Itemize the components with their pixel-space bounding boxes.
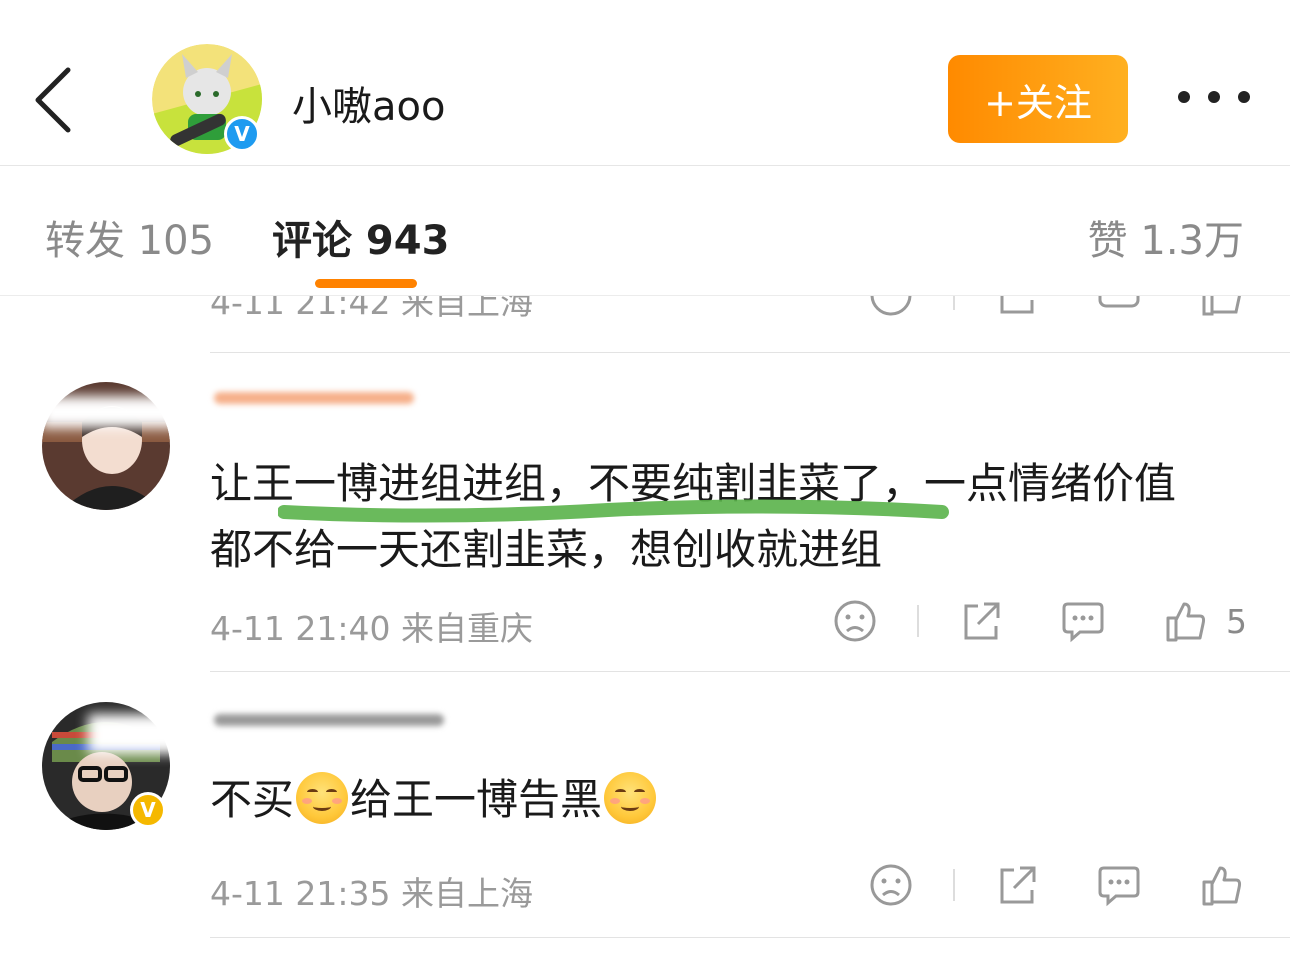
tab-repost[interactable]: 转发 105: [45, 208, 214, 266]
smile-emoji-icon: [604, 772, 657, 824]
tab-comment[interactable]: 评论 943: [272, 208, 449, 266]
comment-icon[interactable]: [1096, 862, 1142, 908]
comment-divider: [210, 671, 1290, 672]
comment-meta: 4-11 21:40 来自重庆: [210, 609, 533, 648]
tab-bar: 转发 105 评论 943 赞 1.3万: [0, 166, 1290, 296]
share-icon[interactable]: [958, 598, 1004, 644]
smile-emoji-icon: [296, 772, 349, 824]
follow-button[interactable]: +关注: [948, 55, 1128, 143]
like-icon[interactable]: [1198, 296, 1244, 318]
comment-icon[interactable]: [1096, 296, 1142, 318]
privacy-blur: [40, 396, 180, 428]
comment-meta: 4-11 21:42 来自上海: [210, 296, 533, 322]
verified-badge-icon: V: [130, 792, 166, 828]
active-tab-indicator: [315, 279, 417, 288]
comment-meta: 4-11 21:35 来自上海: [210, 874, 533, 913]
divider: [917, 605, 919, 637]
comment-text-line: 都不给一天还割韭菜，想创收就进组: [210, 525, 883, 574]
more-icon[interactable]: [1178, 82, 1250, 112]
profile-header: V 小嗷aoo +关注: [0, 0, 1290, 166]
share-icon[interactable]: [994, 862, 1040, 908]
commenter-name-blurred: [214, 392, 414, 404]
share-icon[interactable]: [994, 296, 1040, 318]
divider: [953, 869, 955, 901]
tab-like[interactable]: 赞 1.3万: [1088, 208, 1244, 266]
sad-face-icon[interactable]: [832, 598, 878, 644]
author-name[interactable]: 小嗷aoo: [292, 74, 445, 132]
green-underline-annotation: [278, 499, 949, 523]
commenter-name-blurred: [214, 714, 444, 726]
comment-text-part: 不买: [210, 775, 295, 824]
sad-face-icon[interactable]: [868, 862, 914, 908]
verified-badge-icon: V: [224, 116, 260, 152]
comment-divider: [210, 937, 1290, 938]
comment-divider: [210, 352, 1290, 353]
comment-text-part: 给王一博告黑: [350, 775, 603, 824]
comment-icon[interactable]: [1060, 598, 1106, 644]
comment-text: 不买 给王一博告黑: [210, 766, 1260, 834]
comment-previous-meta: 4-11 21:42 来自上海: [0, 296, 1290, 352]
like-icon[interactable]: [1162, 598, 1208, 644]
like-count: 5: [1226, 602, 1247, 641]
sad-face-icon[interactable]: [868, 296, 914, 318]
divider: [953, 296, 955, 310]
privacy-blur: [88, 714, 208, 754]
like-icon[interactable]: [1198, 862, 1244, 908]
back-icon[interactable]: [28, 62, 88, 138]
